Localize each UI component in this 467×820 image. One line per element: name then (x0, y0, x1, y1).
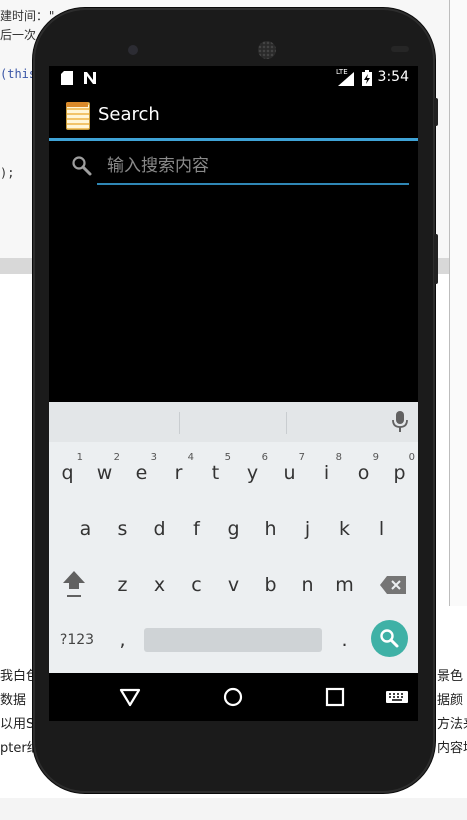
code-line: 建时间：" (0, 9, 56, 23)
power-button[interactable] (434, 98, 438, 126)
suggestion-strip (49, 402, 418, 442)
key-hint: 9 (372, 452, 379, 463)
microphone-icon[interactable] (391, 411, 409, 433)
doc-text: 内容填 (437, 741, 467, 756)
key-f[interactable]: f (178, 506, 215, 552)
signal-icon (338, 72, 354, 86)
search-action-key[interactable] (371, 620, 408, 657)
key-v[interactable]: v (215, 562, 252, 608)
home-icon[interactable] (221, 685, 245, 709)
key-g[interactable]: g (215, 506, 252, 552)
key-hint: 1 (76, 452, 83, 463)
code-line: 后一次 (0, 28, 37, 42)
status-bar: LTE 3:54 (49, 66, 418, 90)
key-z[interactable]: z (104, 562, 141, 608)
keyboard-switch-icon[interactable] (385, 685, 409, 709)
key-a[interactable]: a (67, 506, 104, 552)
key-p[interactable]: p0 (381, 450, 418, 496)
suggestion-divider (179, 412, 180, 434)
key-e[interactable]: e3 (123, 450, 160, 496)
app-logo-icon (66, 102, 90, 130)
device-screen: LTE 3:54 Search 输入搜索内容 q 1 w 2 e 3 r 4 t… (49, 66, 418, 721)
doc-text: 景色 (437, 669, 464, 684)
key-b[interactable]: b (252, 562, 289, 608)
key-hint: 5 (224, 452, 231, 463)
key-t[interactable]: t5 (197, 450, 234, 496)
key-l[interactable]: l (363, 506, 400, 552)
key-k[interactable]: k (326, 506, 363, 552)
key-m[interactable]: m (326, 562, 363, 608)
search-icon (72, 156, 92, 176)
key-j[interactable]: j (289, 506, 326, 552)
backspace-icon (379, 576, 406, 594)
doc-text: 方法来 (437, 717, 467, 732)
key-hint: 2 (113, 452, 120, 463)
key-hint: 6 (261, 452, 268, 463)
action-bar: Search (49, 90, 418, 141)
key-r[interactable]: r4 (160, 450, 197, 496)
background-bottom-strip (0, 798, 467, 820)
key-h[interactable]: h (252, 506, 289, 552)
symbols-key[interactable]: ?123 (57, 617, 97, 663)
battery-charging-icon (362, 70, 372, 86)
code-line: (this (0, 67, 37, 81)
n-icon (84, 72, 96, 84)
key-hint: 0 (408, 452, 415, 463)
earpiece-speaker (258, 41, 276, 59)
key-hint: 7 (298, 452, 305, 463)
shift-key[interactable] (55, 562, 92, 608)
key-n[interactable]: n (289, 562, 326, 608)
soft-keyboard: q1 w2 e3 r4 t5 y6 u7 i8 o9 p0 a s d f g … (49, 402, 418, 673)
status-time: 3:54 (377, 69, 409, 85)
app-title: Search (98, 104, 160, 125)
key-u[interactable]: u7 (271, 450, 308, 496)
recents-icon[interactable] (323, 685, 347, 709)
volume-button[interactable] (434, 234, 438, 284)
search-bar (49, 141, 418, 191)
proximity-sensor (391, 46, 409, 52)
suggestion-divider (286, 412, 287, 434)
front-camera (128, 45, 138, 55)
key-hint: 8 (335, 452, 342, 463)
back-icon[interactable] (118, 685, 142, 709)
comma-key[interactable]: , (104, 617, 141, 663)
key-i[interactable]: i8 (308, 450, 345, 496)
key-q[interactable]: q1 (49, 450, 86, 496)
background-side-panel (449, 0, 467, 606)
key-w[interactable]: w2 (86, 450, 123, 496)
navigation-bar (49, 673, 418, 721)
search-icon (380, 629, 399, 648)
key-y[interactable]: y6 (234, 450, 271, 496)
backspace-key[interactable] (374, 562, 411, 608)
space-key[interactable] (144, 628, 322, 652)
key-c[interactable]: c (178, 562, 215, 608)
key-o[interactable]: o9 (345, 450, 382, 496)
doc-text: 以用S (0, 717, 35, 732)
period-key[interactable]: . (326, 617, 363, 663)
key-hint: 4 (187, 452, 194, 463)
key-s[interactable]: s (104, 506, 141, 552)
key-hint: 3 (150, 452, 157, 463)
key-x[interactable]: x (141, 562, 178, 608)
shift-icon (62, 571, 85, 597)
search-input[interactable] (97, 149, 409, 185)
doc-text: 据颜 (437, 693, 464, 708)
key-d[interactable]: d (141, 506, 178, 552)
doc-text: 数据 (0, 693, 27, 708)
sd-card-icon (61, 71, 73, 85)
code-line: ); (0, 166, 15, 180)
